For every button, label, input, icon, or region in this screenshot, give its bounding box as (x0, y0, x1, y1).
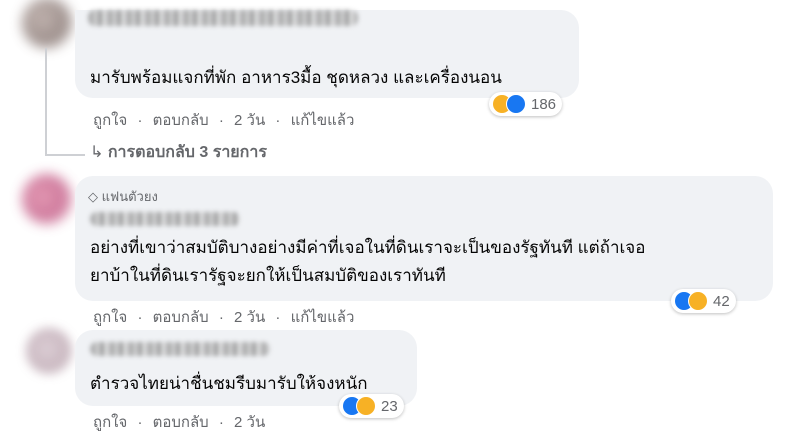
like-link[interactable]: ถูกใจ (93, 414, 127, 431)
haha-icon (356, 396, 376, 416)
comment-text: ตำรวจไทยน่าชื่นชมรีบมารับให้จงหนัก (90, 374, 368, 393)
comment-actions: ถูกใจ · ตอบกลับ · 2 วัน · แก้ไขแล้ว (93, 309, 355, 326)
reaction-count: 186 (531, 95, 557, 113)
reply-link[interactable]: ตอบกลับ (153, 309, 209, 326)
avatar[interactable] (26, 328, 72, 374)
like-link[interactable]: ถูกใจ (93, 309, 127, 326)
reply-link[interactable]: ตอบกลับ (153, 414, 209, 431)
edited-label: แก้ไขแล้ว (290, 112, 355, 129)
commenter-name[interactable] (90, 212, 240, 226)
commenter-name[interactable] (88, 10, 358, 26)
edited-label: แก้ไขแล้ว (290, 309, 355, 326)
avatar[interactable] (22, 0, 72, 48)
replies-link[interactable]: ↳ การตอบกลับ 3 รายการ (90, 140, 267, 165)
timestamp[interactable]: 2 วัน (234, 309, 265, 326)
like-icon (506, 94, 526, 114)
reaction-summary[interactable]: 23 (339, 394, 404, 418)
timestamp[interactable]: 2 วัน (234, 414, 265, 431)
reaction-count: 42 (713, 292, 730, 310)
top-fan-badge: ◇ แฟนตัวยง (88, 189, 158, 204)
reply-link[interactable]: ตอบกลับ (153, 112, 209, 129)
diamond-icon: ◇ (88, 189, 98, 204)
thread-line (45, 48, 47, 156)
commenter-name[interactable] (90, 342, 270, 356)
reaction-count: 23 (381, 397, 398, 415)
reply-arrow-icon: ↳ (90, 144, 104, 161)
comment-actions: ถูกใจ · ตอบกลับ · 2 วัน (93, 414, 266, 431)
comment-text: อย่างที่เขาว่าสมบัติบางอย่างมีค่าที่เจอใ… (90, 238, 646, 257)
comment-text: ยาบ้าในที่ดินเรารัฐจะยกให้เป็นสมบัติของเ… (90, 266, 446, 285)
like-link[interactable]: ถูกใจ (93, 112, 127, 129)
thread-curve (45, 154, 85, 156)
comment-actions: ถูกใจ · ตอบกลับ · 2 วัน · แก้ไขแล้ว (93, 112, 355, 129)
comment-text: มารับพร้อมแจกที่พัก อาหาร3มื้อ ชุดหลวง แ… (90, 68, 502, 87)
haha-icon (688, 291, 708, 311)
reaction-summary[interactable]: 42 (671, 289, 736, 313)
avatar[interactable] (22, 174, 72, 224)
reaction-summary[interactable]: 186 (489, 92, 563, 116)
timestamp[interactable]: 2 วัน (234, 112, 265, 129)
